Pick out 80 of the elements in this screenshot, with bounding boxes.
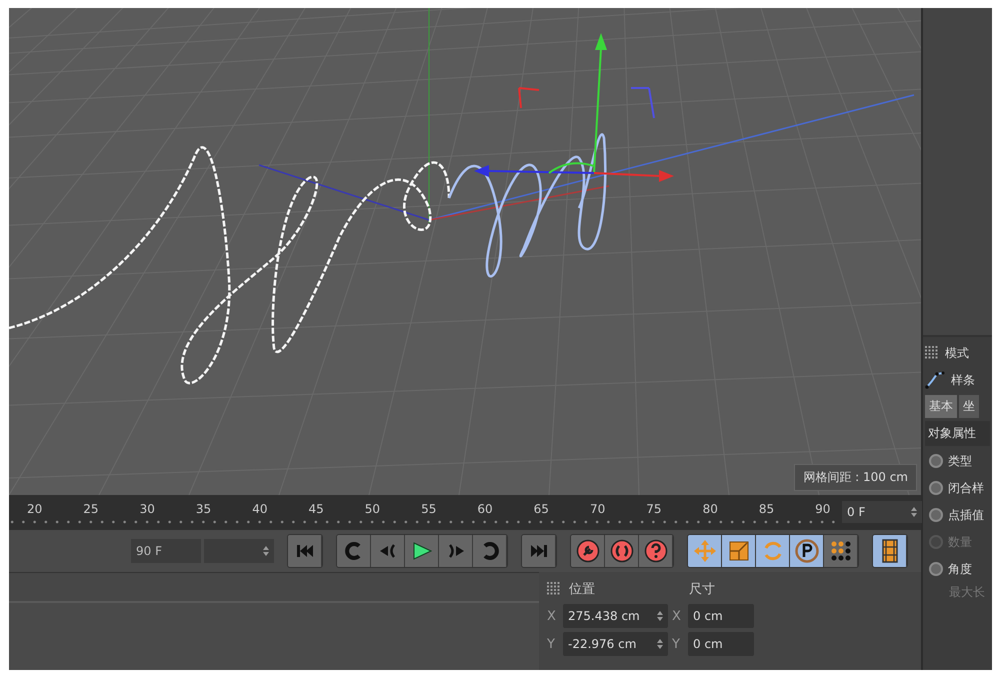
rotate-icon <box>762 540 784 562</box>
scale-key-toggle[interactable] <box>722 535 756 567</box>
skip-back-icon <box>296 544 314 558</box>
grip-icon <box>547 582 561 596</box>
frame-number: 65 <box>534 501 550 518</box>
dot-grid-icon <box>830 540 852 562</box>
attribute-tab[interactable]: 坐 <box>959 395 979 418</box>
axis-label: X <box>547 608 557 624</box>
parameter-label: 角度 <box>948 560 972 578</box>
frame-number: 40 <box>252 501 268 518</box>
step-forward-button[interactable] <box>439 535 473 567</box>
radio-button[interactable] <box>929 508 943 522</box>
axis-label: Y <box>547 636 556 652</box>
current-frame-field[interactable]: 0 F <box>842 501 922 523</box>
3d-viewport[interactable]: 网格间距 : 100 cm <box>9 8 921 495</box>
question-circle-icon <box>644 539 668 563</box>
size-header: 尺寸 <box>689 581 716 598</box>
frame-number: 20 <box>27 501 44 518</box>
record-key-button[interactable] <box>571 535 605 567</box>
position-header: 位置 <box>569 581 596 598</box>
spinner-arrows-icon[interactable] <box>657 611 663 621</box>
frame-number: 55 <box>421 501 438 518</box>
end-frame-field[interactable]: 90 F <box>131 539 201 563</box>
parameter-label: 类型 <box>948 452 972 470</box>
section-title: 对象属性 <box>925 421 990 446</box>
grid-spacing-label: 网格间距 : 100 cm <box>794 464 917 491</box>
key-icon <box>576 539 600 563</box>
radio-button[interactable] <box>929 481 943 495</box>
size-field[interactable]: 0 cm <box>688 632 754 656</box>
position-key-toggle[interactable] <box>688 535 722 567</box>
step-back-button[interactable] <box>371 535 405 567</box>
mode-menu[interactable]: 模式 <box>945 344 969 362</box>
axis-label: X <box>672 608 682 624</box>
frame-number: 50 <box>364 501 382 518</box>
radio-button[interactable] <box>929 562 943 576</box>
film-strip-icon <box>882 539 898 563</box>
radio-button[interactable] <box>929 454 943 468</box>
play-icon <box>412 542 432 560</box>
frame-number: 90 <box>815 501 832 518</box>
frame-number: 80 <box>702 501 719 518</box>
parameter-label: 最大长 <box>948 584 986 601</box>
grip-icon <box>925 346 939 360</box>
key-help-button[interactable] <box>639 535 673 567</box>
parameter-icon <box>794 539 818 563</box>
previous-key-button[interactable] <box>337 535 371 567</box>
point-level-toggle[interactable] <box>824 535 858 567</box>
frame-number: 45 <box>308 501 325 518</box>
step-forward-icon <box>446 543 464 559</box>
frame-field[interactable] <box>204 539 274 563</box>
next-key-button[interactable] <box>473 535 507 567</box>
scale-icon <box>728 541 748 561</box>
skip-forward-icon <box>530 544 548 558</box>
spinner-arrows-icon[interactable] <box>657 639 663 649</box>
frame-number: 70 <box>590 501 606 518</box>
auto-key-button[interactable] <box>605 535 639 567</box>
parameter-key-toggle[interactable] <box>790 535 824 567</box>
size-field[interactable]: 0 cm <box>688 604 754 628</box>
timeline-ruler[interactable]: 20 25 30 35 40 45 50 55 60 65 70 75 80 85 90 0 F <box>9 495 921 530</box>
attribute-tab[interactable]: 基本 <box>925 395 957 418</box>
parameter-label: 数量 <box>948 534 972 550</box>
object-name: 样条 <box>951 372 975 388</box>
frame-number: 85 <box>758 501 776 518</box>
parameter-label: 闭合样 <box>948 480 984 496</box>
step-back-icon <box>378 543 396 559</box>
spinner-arrows-icon[interactable] <box>263 546 269 556</box>
spline-icon <box>925 371 945 389</box>
bracket-circle-icon <box>610 539 634 563</box>
frame-number: 30 <box>140 501 156 518</box>
rotation-key-toggle[interactable] <box>756 535 790 567</box>
spinner-arrows-icon[interactable] <box>911 507 917 517</box>
frame-number: 60 <box>477 501 494 518</box>
play-button[interactable] <box>405 535 439 567</box>
move-arrows-icon <box>694 540 716 562</box>
frame-number: 35 <box>196 501 212 518</box>
position-field[interactable]: -22.976 cm <box>563 632 668 656</box>
position-field[interactable]: 275.438 cm <box>563 604 668 628</box>
parameter-label: 点插值 <box>948 506 984 524</box>
frame-number: 75 <box>646 501 663 518</box>
frame-number: 25 <box>83 501 100 518</box>
axis-label: Y <box>672 636 681 652</box>
